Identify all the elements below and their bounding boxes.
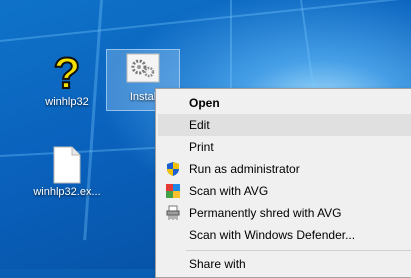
menu-item-label: Scan with Windows Defender... bbox=[189, 228, 356, 242]
menu-item-label: Permanently shred with AVG bbox=[189, 206, 342, 220]
blank-file-icon bbox=[53, 146, 81, 184]
uac-shield-icon bbox=[167, 162, 179, 176]
svg-text:?: ? bbox=[54, 50, 81, 94]
wallpaper-light-beam bbox=[300, 0, 315, 90]
menu-item-run-as-administrator[interactable]: Run as administrator bbox=[158, 158, 411, 180]
menu-item-label: Edit bbox=[189, 118, 210, 132]
settings-gear-icon bbox=[126, 53, 160, 83]
menu-item-permanently-shred[interactable]: Permanently shred with AVG bbox=[158, 202, 411, 224]
desktop-icon-label: winhlp32.ex... bbox=[33, 186, 101, 198]
menu-item-label: Run as administrator bbox=[189, 162, 300, 176]
desktop-icon-label: winhlp32 bbox=[45, 96, 89, 108]
menu-item-label: Open bbox=[189, 96, 220, 110]
menu-item-scan-windows-defender[interactable]: Scan with Windows Defender... bbox=[158, 224, 411, 246]
wallpaper-light-beam bbox=[0, 0, 409, 42]
desktop-icon-winhlp32-exe[interactable]: winhlp32.ex... bbox=[30, 146, 104, 199]
menu-item-label: Print bbox=[189, 140, 214, 154]
wallpaper-light-beam bbox=[83, 0, 103, 240]
context-menu: Open Edit Print Run as administrator Sca… bbox=[155, 88, 411, 278]
menu-item-print[interactable]: Print bbox=[158, 136, 411, 158]
desktop-icon-winhlp32[interactable]: ? winhlp32 bbox=[30, 50, 104, 109]
menu-item-label: Scan with AVG bbox=[189, 184, 269, 198]
help-question-icon: ? bbox=[53, 50, 82, 94]
menu-item-edit[interactable]: Edit bbox=[158, 114, 411, 136]
avg-icon bbox=[166, 184, 180, 198]
menu-separator bbox=[186, 250, 411, 251]
menu-item-open[interactable]: Open bbox=[158, 92, 411, 114]
menu-item-share-with[interactable]: Share with bbox=[158, 253, 411, 275]
menu-item-scan-with-avg[interactable]: Scan with AVG bbox=[158, 180, 411, 202]
shredder-icon bbox=[166, 205, 180, 220]
